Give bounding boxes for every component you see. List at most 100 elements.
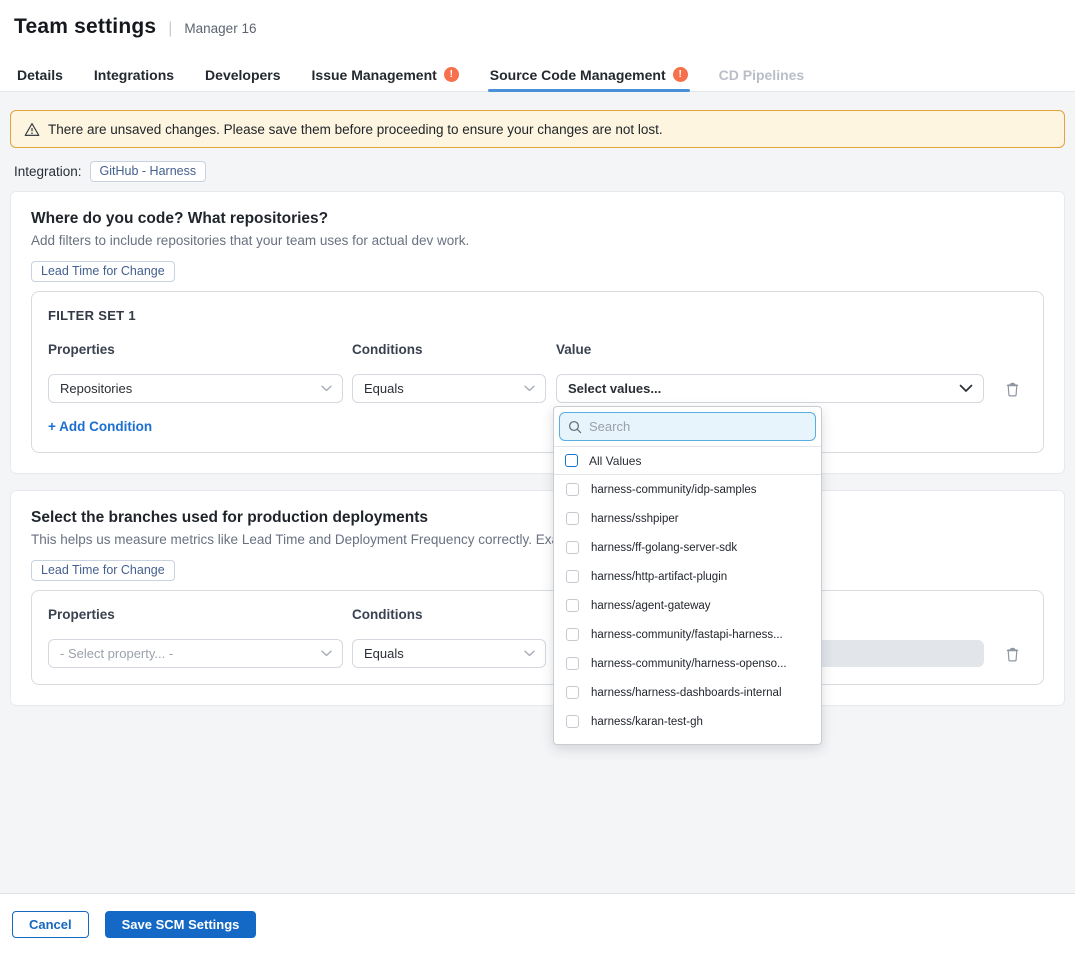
branches-card-title: Select the branches used for production … [31,509,1044,527]
option-checkbox[interactable] [566,483,579,496]
filter-column-headers: Properties Conditions Value [48,342,1027,357]
search-icon [568,420,582,434]
tab-label: Integrations [94,67,174,83]
value-select-placeholder: Select values... [568,381,661,396]
warning-badge-icon: ! [444,67,459,82]
tab-label: Details [17,67,63,83]
value-multiselect[interactable]: Select values... [556,374,984,403]
branches-card-subtitle: This helps us measure metrics like Lead … [31,532,1044,547]
filter-column-headers: Properties Conditions [48,607,1027,622]
conditions-header: Conditions [352,342,546,357]
repositories-card: Where do you code? What repositories? Ad… [10,191,1065,474]
tab-details[interactable]: Details [17,58,63,91]
option-label: harness/agent-gateway [591,600,711,612]
add-condition-link[interactable]: + Add Condition [48,419,152,434]
chevron-down-icon [321,385,332,392]
chevron-down-icon [959,384,973,393]
option-label: harness-community/harness-openso... [591,658,787,670]
title-divider: | [168,20,172,38]
page-header: Team settings | Manager 16 [0,0,1075,58]
repositories-card-subtitle: Add filters to include repositories that… [31,233,1044,248]
option-label: harness/sshpiper [591,513,679,525]
page-title: Team settings [14,15,156,39]
tab-cd-pipelines: CD Pipelines [719,58,805,91]
option-checkbox[interactable] [566,686,579,699]
dropdown-option[interactable]: harness-community/idp-samples [554,475,821,504]
dropdown-option[interactable]: harness-community/harness-openso... [554,649,821,678]
option-label: harness/harness-dashboards-internal [591,687,782,699]
save-scm-settings-button[interactable]: Save SCM Settings [105,911,257,938]
warning-triangle-icon [24,122,40,137]
delete-filter-button[interactable] [1005,381,1020,397]
all-values-label: All Values [589,454,641,468]
property-select[interactable]: Repositories [48,374,343,403]
banner-text: There are unsaved changes. Please save t… [48,122,663,137]
dropdown-option[interactable]: harness-community/fastapi-harness... [554,620,821,649]
condition-select[interactable]: Equals [352,639,546,668]
option-label: harness/... [591,745,645,746]
option-label: harness-community/fastapi-harness... [591,629,783,641]
option-checkbox[interactable] [566,657,579,670]
value-dropdown-panel: All Values harness-community/idp-samples… [553,406,822,745]
page-subtitle: Manager 16 [184,21,256,36]
filter-row: Repositories Equals Select values... [48,374,1027,403]
all-values-option[interactable]: All Values [554,447,821,475]
dropdown-option-clipped[interactable]: harness/... [554,736,821,745]
chevron-down-icon [524,385,535,392]
tab-label: CD Pipelines [719,67,805,83]
lead-time-chip: Lead Time for Change [31,560,175,581]
cancel-button[interactable]: Cancel [12,911,89,938]
tab-label: Issue Management [312,67,437,83]
option-label: harness/ff-golang-server-sdk [591,542,737,554]
option-label: harness/http-artifact-plugin [591,571,727,583]
repositories-card-title: Where do you code? What repositories? [31,210,1044,228]
trash-icon [1005,381,1020,397]
condition-select[interactable]: Equals [352,374,546,403]
option-checkbox[interactable] [566,744,579,745]
property-select[interactable]: - Select property... - [48,639,343,668]
chevron-down-icon [524,650,535,657]
option-checkbox[interactable] [566,599,579,612]
tab-issue-management[interactable]: Issue Management ! [312,58,459,91]
conditions-header: Conditions [352,607,546,622]
integration-row: Integration: GitHub - Harness [10,161,1065,182]
footer-actions: Cancel Save SCM Settings [0,893,1075,954]
content-area: There are unsaved changes. Please save t… [0,92,1075,893]
option-label: harness-community/idp-samples [591,484,757,496]
filter-set-title: FILTER SET 1 [48,308,1027,323]
option-checkbox[interactable] [566,541,579,554]
tab-developers[interactable]: Developers [205,58,280,91]
tab-label: Source Code Management [490,67,666,83]
option-checkbox[interactable] [566,570,579,583]
lead-time-chip: Lead Time for Change [31,261,175,282]
warning-badge-icon: ! [673,67,688,82]
tab-source-code-management[interactable]: Source Code Management ! [490,58,688,91]
option-checkbox[interactable] [566,715,579,728]
dropdown-option[interactable]: harness/http-artifact-plugin [554,562,821,591]
dropdown-option[interactable]: harness/ff-golang-server-sdk [554,533,821,562]
unsaved-changes-banner: There are unsaved changes. Please save t… [10,110,1065,148]
properties-header: Properties [48,342,343,357]
option-label: harness/karan-test-gh [591,716,703,728]
dropdown-search-box[interactable] [559,412,816,441]
tab-integrations[interactable]: Integrations [94,58,174,91]
dropdown-option[interactable]: harness/harness-dashboards-internal [554,678,821,707]
dropdown-option[interactable]: harness/agent-gateway [554,591,821,620]
delete-filter-button[interactable] [1005,646,1020,662]
filter-set-1: FILTER SET 1 Properties Conditions Value… [31,291,1044,453]
property-select-value: Repositories [60,381,132,396]
dropdown-option[interactable]: harness/karan-test-gh [554,707,821,736]
dropdown-option[interactable]: harness/sshpiper [554,504,821,533]
properties-header: Properties [48,607,343,622]
value-header: Value [556,342,984,357]
tab-bar: Details Integrations Developers Issue Ma… [0,58,1075,92]
filter-row: - Select property... - Equals [48,639,1027,668]
condition-select-value: Equals [364,646,404,661]
option-checkbox[interactable] [566,512,579,525]
option-checkbox[interactable] [566,628,579,641]
all-values-checkbox[interactable] [565,454,578,467]
integration-chip: GitHub - Harness [90,161,207,182]
condition-select-value: Equals [364,381,404,396]
search-input[interactable] [589,419,807,434]
chevron-down-icon [321,650,332,657]
